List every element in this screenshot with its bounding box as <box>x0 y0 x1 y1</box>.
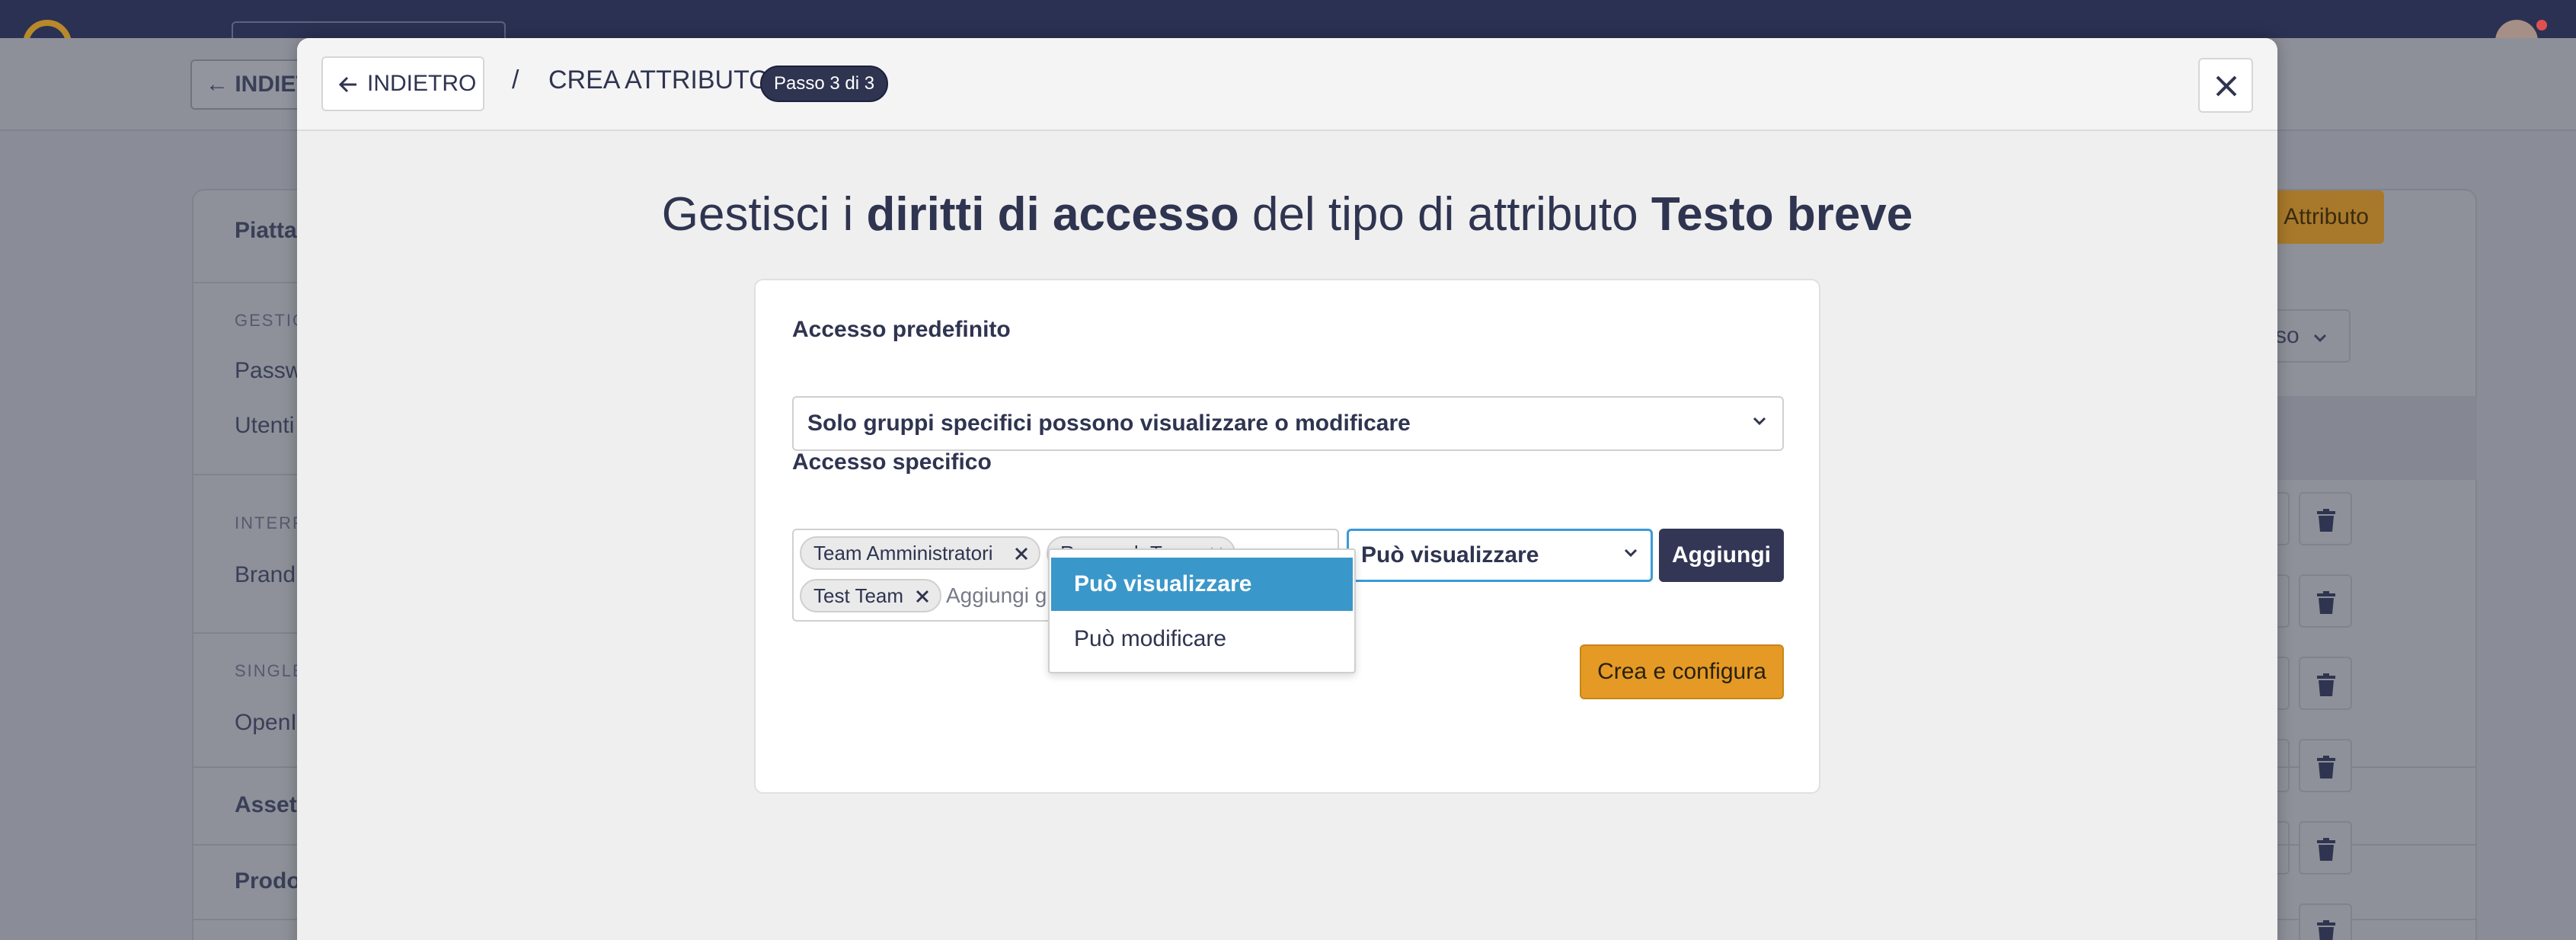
background-section-prodotti: Prodo <box>235 868 301 894</box>
trash-icon <box>2317 591 2335 614</box>
create-and-configure-button[interactable]: Crea e configura <box>1580 644 1784 699</box>
group-tag-label: Test Team <box>813 584 904 607</box>
group-tag-label: Team Amministratori <box>813 542 993 564</box>
trash-icon <box>2317 756 2335 779</box>
arrow-left-icon: ← <box>206 72 229 97</box>
trash-icon <box>2317 509 2335 532</box>
page-headline: Gestisci i diritti di accesso del tipo d… <box>297 187 2277 241</box>
background-menu-item: Utenti <box>235 413 295 438</box>
background-divider <box>192 282 299 283</box>
group-tag: Team Amministratori <box>800 536 1040 570</box>
specific-access-label: Accesso specifico <box>792 449 992 475</box>
background-edit-button-edge <box>2277 821 2290 874</box>
page-title: CREA ATTRIBUTO <box>548 66 769 94</box>
background-trash-button <box>2299 574 2352 628</box>
modal-header: INDIETRO / CREA ATTRIBUTO Passo 3 di 3 <box>297 38 2277 131</box>
headline-text: Gestisci i <box>661 188 867 241</box>
background-trash-button <box>2299 739 2352 792</box>
background-divider <box>192 632 299 634</box>
permission-select[interactable]: Può visualizzare <box>1347 529 1653 582</box>
background-edit-button-edge <box>2277 739 2290 792</box>
back-button-label: INDIETRO <box>367 71 477 96</box>
background-edit-button-edge <box>2277 657 2290 710</box>
background-trash-button <box>2299 821 2352 874</box>
notification-dot-icon <box>2536 20 2547 30</box>
headline-attribute-type: Testo breve <box>1651 188 1913 241</box>
group-tag: Test Team <box>800 579 941 612</box>
app-topbar <box>0 0 2576 69</box>
breadcrumb-separator: / <box>512 66 519 94</box>
headline-text: del tipo di attributo <box>1238 188 1651 241</box>
background-trash-button <box>2299 903 2352 940</box>
background-menu-item: Passw <box>235 358 302 383</box>
permission-option-view[interactable]: Può visualizzare <box>1051 558 1353 611</box>
back-button[interactable]: INDIETRO <box>321 56 484 111</box>
background-section-asset: Asset <box>235 792 297 817</box>
remove-tag-icon[interactable] <box>914 588 931 605</box>
background-section-label: SINGLE <box>235 661 305 680</box>
background-table-header <box>2255 396 2477 480</box>
permission-option-edit[interactable]: Può modificare <box>1051 612 1353 666</box>
permission-dropdown-menu: Può visualizzare Può modificare <box>1048 548 1356 673</box>
step-badge: Passo 3 di 3 <box>760 66 889 102</box>
arrow-left-icon <box>338 77 356 93</box>
background-trash-button <box>2299 492 2352 545</box>
default-access-value: Solo gruppi specifici possono visualizza… <box>807 411 1411 436</box>
trash-icon <box>2317 673 2335 696</box>
remove-tag-icon[interactable] <box>1013 545 1030 562</box>
chevron-down-icon <box>1624 548 1638 558</box>
default-access-label: Accesso predefinito <box>792 317 1011 342</box>
trash-icon <box>2317 838 2335 861</box>
add-group-button[interactable]: Aggiungi <box>1659 529 1784 582</box>
background-panel-title: Piatta <box>235 218 297 243</box>
access-rights-card: Accesso predefinito Solo gruppi specific… <box>754 279 1820 794</box>
chevron-down-icon <box>1753 417 1766 426</box>
background-divider <box>192 474 299 475</box>
default-access-select[interactable]: Solo gruppi specifici possono visualizza… <box>792 396 1784 451</box>
trash-icon <box>2317 920 2335 940</box>
background-menu-item: Brand <box>235 562 296 587</box>
permission-select-value: Può visualizzare <box>1361 542 1539 568</box>
chevron-down-icon <box>2313 334 2327 343</box>
background-menu-item: OpenI <box>235 710 297 735</box>
close-button[interactable] <box>2198 58 2253 113</box>
background-trash-button <box>2299 657 2352 710</box>
background-edit-button-edge <box>2277 492 2290 545</box>
create-attribute-modal: INDIETRO / CREA ATTRIBUTO Passo 3 di 3 G… <box>297 38 2277 940</box>
headline-emphasis: diritti di accesso <box>866 188 1239 241</box>
close-icon <box>2216 75 2237 97</box>
background-section-label: GESTIO <box>235 311 308 330</box>
background-section-label: INTERF <box>235 513 305 532</box>
background-edit-button-edge <box>2277 574 2290 628</box>
